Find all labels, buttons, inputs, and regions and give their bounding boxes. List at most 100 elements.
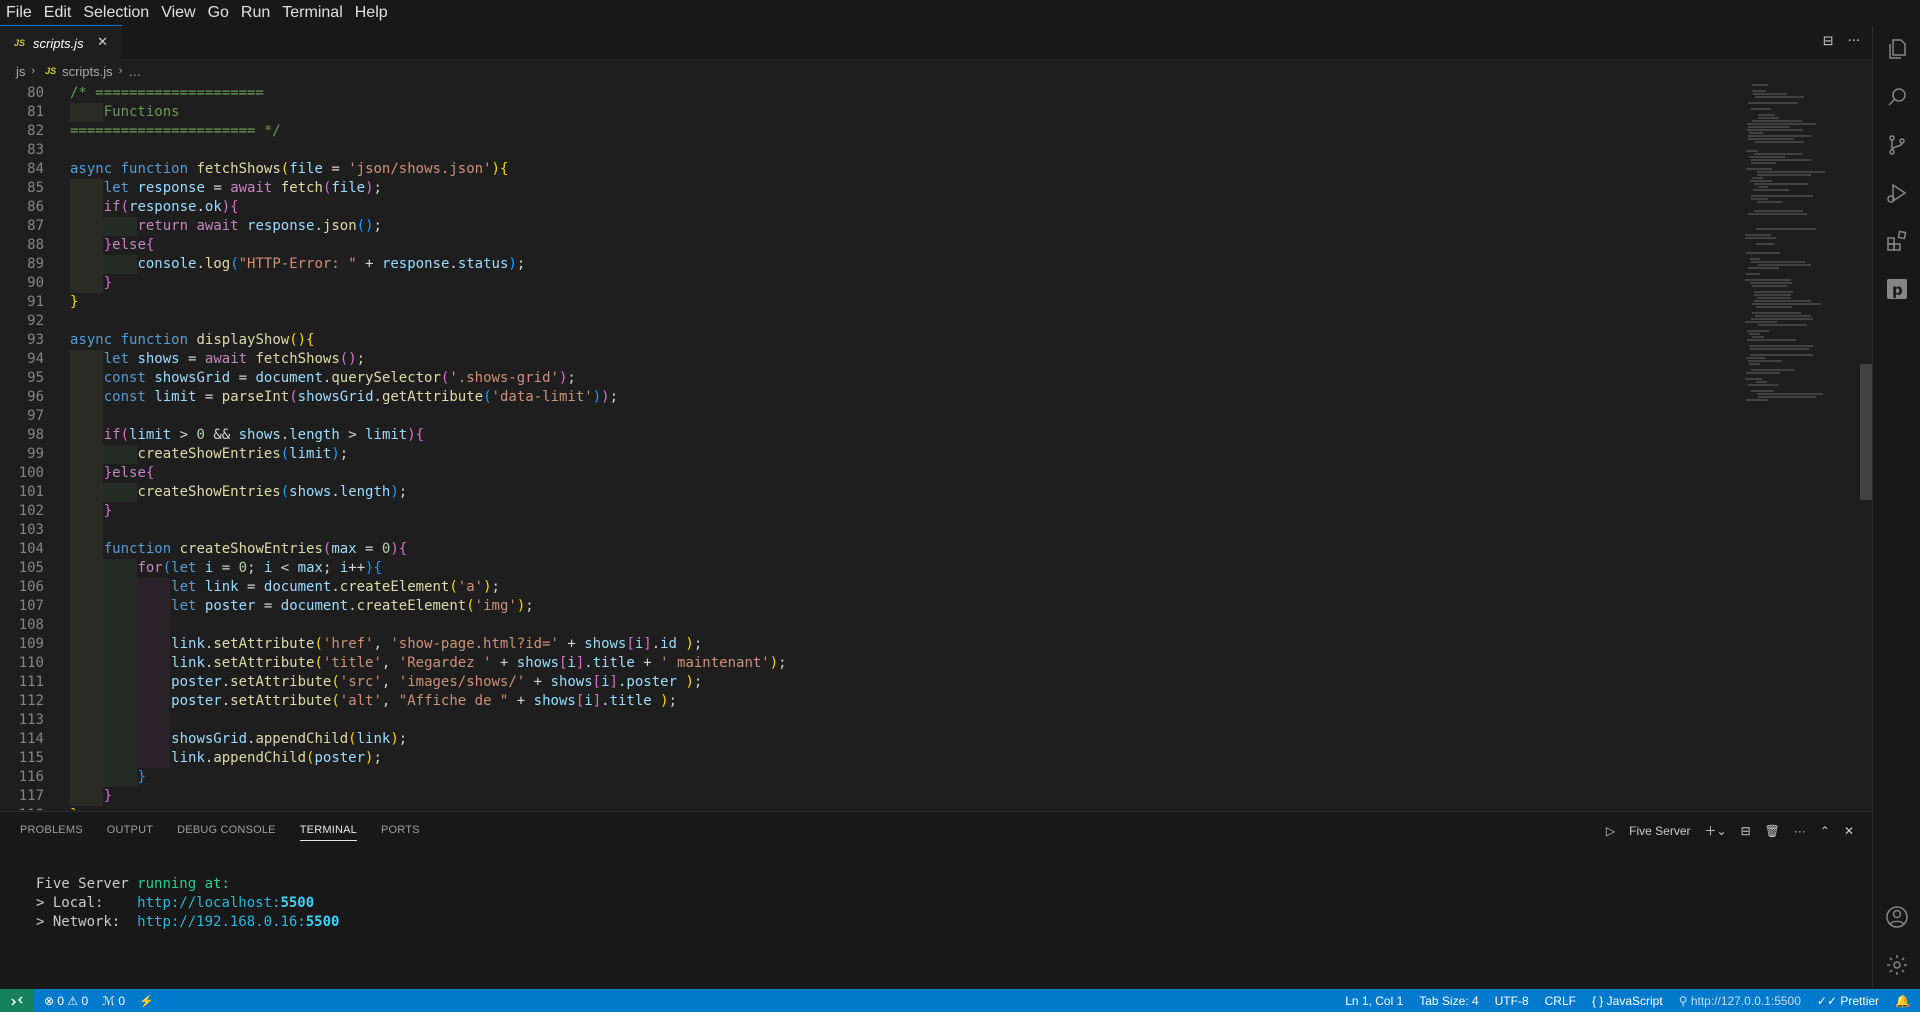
code-line[interactable]: 85 let response = await fetch(file); bbox=[0, 179, 1740, 198]
code-editor[interactable]: 80/* ==================== 81 Functions 82 =… bbox=[0, 84, 1872, 810]
cursor-position[interactable]: Ln 1, Col 1 bbox=[1345, 994, 1403, 1008]
code-line[interactable]: 102 } bbox=[0, 502, 1740, 521]
code-line[interactable]: 82 ====================== */ bbox=[0, 122, 1740, 141]
code-line[interactable]: 107 let poster = document.createElement(… bbox=[0, 597, 1740, 616]
ports-indicator[interactable]: ℳ 0 bbox=[102, 994, 125, 1008]
code-line[interactable]: 105 for(let i = 0; i < max; i++){ bbox=[0, 559, 1740, 578]
code-line[interactable]: 80 /* ==================== bbox=[0, 84, 1740, 103]
tab-output[interactable]: OUTPUT bbox=[107, 824, 153, 841]
split-terminal-icon[interactable]: ⊟ bbox=[1741, 824, 1751, 838]
code-line[interactable]: 88 }else{ bbox=[0, 236, 1740, 255]
search-icon[interactable] bbox=[1873, 73, 1920, 121]
code-line[interactable]: 110 link.setAttribute('title', 'Regardez… bbox=[0, 654, 1740, 673]
code-line[interactable]: 94 let shows = await fetchShows(); bbox=[0, 350, 1740, 369]
code-line[interactable]: 89 console.log("HTTP-Error: " + response… bbox=[0, 255, 1740, 274]
editor-scrollbar[interactable] bbox=[1860, 364, 1872, 500]
close-panel-icon[interactable]: ✕ bbox=[1844, 824, 1854, 838]
code-line[interactable]: 116 } bbox=[0, 768, 1740, 787]
menu-item-help[interactable]: Help bbox=[355, 4, 388, 22]
code-line[interactable]: 98 if(limit > 0 && shows.length > limit)… bbox=[0, 426, 1740, 445]
encoding[interactable]: UTF-8 bbox=[1495, 994, 1529, 1008]
trash-icon[interactable]: 🗑 bbox=[1765, 824, 1780, 838]
run-debug-icon[interactable] bbox=[1873, 169, 1920, 217]
maximize-panel-icon[interactable]: ⌃ bbox=[1820, 824, 1830, 838]
menu-item-file[interactable]: File bbox=[6, 4, 32, 22]
extensions-icon[interactable] bbox=[1873, 217, 1920, 265]
line-number: 108 bbox=[18, 617, 44, 633]
line-number: 105 bbox=[18, 560, 44, 576]
code-line[interactable]: 113 bbox=[0, 711, 1740, 730]
code-line[interactable]: 90 } bbox=[0, 274, 1740, 293]
tab-scripts-js[interactable]: JS scripts.js ✕ bbox=[0, 25, 122, 60]
problems-indicator[interactable]: ⊗ 0 ⚠ 0 bbox=[44, 994, 88, 1008]
code-line[interactable]: 84 async function fetchShows(file = 'json… bbox=[0, 160, 1740, 179]
breadcrumb-file[interactable]: scripts.js bbox=[62, 64, 113, 79]
indent-guide bbox=[70, 711, 103, 730]
code-line[interactable]: 109 link.setAttribute('href', 'show-page… bbox=[0, 635, 1740, 654]
network-url-link[interactable]: http://192.168.0.16:5500 bbox=[137, 914, 339, 930]
code-line[interactable]: 114 showsGrid.appendChild(link); bbox=[0, 730, 1740, 749]
live-share-icon[interactable]: ⚡ bbox=[139, 994, 154, 1008]
tab-debug-console[interactable]: DEBUG CONSOLE bbox=[177, 824, 276, 841]
more-actions-icon[interactable]: ··· bbox=[1794, 824, 1806, 838]
more-actions-icon[interactable]: ··· bbox=[1848, 34, 1860, 49]
language-mode[interactable]: { } JavaScript bbox=[1592, 994, 1663, 1008]
menu-item-go[interactable]: Go bbox=[208, 4, 229, 22]
prettier-p-icon[interactable]: p bbox=[1873, 265, 1920, 313]
tab-size[interactable]: Tab Size: 4 bbox=[1419, 994, 1478, 1008]
code-line[interactable]: 101 createShowEntries(shows.length); bbox=[0, 483, 1740, 502]
tab-problems[interactable]: PROBLEMS bbox=[20, 824, 83, 841]
code-line[interactable]: 108 bbox=[0, 616, 1740, 635]
indent-guide bbox=[137, 711, 170, 730]
split-editor-icon[interactable]: ⊟ bbox=[1823, 34, 1834, 49]
code-line[interactable]: 112 poster.setAttribute('alt', "Affiche … bbox=[0, 692, 1740, 711]
close-icon[interactable]: ✕ bbox=[97, 35, 108, 50]
account-icon[interactable] bbox=[1873, 893, 1920, 941]
code-line[interactable]: 99 createShowEntries(limit); bbox=[0, 445, 1740, 464]
code-line[interactable]: 104 function createShowEntries(max = 0){ bbox=[0, 540, 1740, 559]
new-terminal-icon[interactable]: ＋⌄ bbox=[1705, 822, 1727, 839]
code-line[interactable]: 97 bbox=[0, 407, 1740, 426]
code-line[interactable]: 81 Functions bbox=[0, 103, 1740, 122]
menu-item-run[interactable]: Run bbox=[241, 4, 270, 22]
code-line[interactable]: 111 poster.setAttribute('src', 'images/s… bbox=[0, 673, 1740, 692]
indent-guide bbox=[70, 407, 103, 426]
tab-ports[interactable]: PORTS bbox=[381, 824, 420, 841]
bell-icon[interactable]: 🔔 bbox=[1895, 994, 1910, 1008]
menu-item-terminal[interactable]: Terminal bbox=[282, 4, 342, 22]
terminal-instance-name[interactable]: Five Server bbox=[1629, 824, 1690, 838]
minimap-line bbox=[1752, 84, 1768, 86]
menu-item-edit[interactable]: Edit bbox=[44, 4, 72, 22]
code-line[interactable]: 92 bbox=[0, 312, 1740, 331]
minimap[interactable] bbox=[1745, 84, 1860, 414]
explorer-icon[interactable] bbox=[1873, 25, 1920, 73]
minimap-line bbox=[1747, 123, 1816, 125]
code-line[interactable]: 86 if(response.ok){ bbox=[0, 198, 1740, 217]
menu-item-view[interactable]: View bbox=[161, 4, 195, 22]
breadcrumb-symbol[interactable]: … bbox=[128, 64, 141, 79]
remote-indicator-icon[interactable] bbox=[0, 989, 34, 1012]
code-line[interactable]: 95 const showsGrid = document.querySelec… bbox=[0, 369, 1740, 388]
code-line[interactable]: 93 async function displayShow(){ bbox=[0, 331, 1740, 350]
five-server-url[interactable]: ⚲ http://127.0.0.1:5500 bbox=[1679, 994, 1801, 1008]
code-text: createShowEntries(shows.length); bbox=[137, 484, 408, 500]
local-url-link[interactable]: http://localhost:5500 bbox=[137, 895, 314, 911]
code-line[interactable]: 83 bbox=[0, 141, 1740, 160]
code-line[interactable]: 91} bbox=[0, 293, 1740, 312]
breadcrumb-folder[interactable]: js bbox=[16, 64, 25, 79]
code-line[interactable]: 103 bbox=[0, 521, 1740, 540]
code-line[interactable]: 106 let link = document.createElement('a… bbox=[0, 578, 1740, 597]
end-of-line[interactable]: CRLF bbox=[1545, 994, 1576, 1008]
code-line[interactable]: 117 } bbox=[0, 787, 1740, 806]
terminal-line: Five Server running at: bbox=[36, 876, 230, 892]
tab-terminal[interactable]: TERMINAL bbox=[299, 824, 357, 841]
code-line[interactable]: 115 link.appendChild(poster); bbox=[0, 749, 1740, 768]
prettier-status[interactable]: ✓✓ Prettier bbox=[1817, 994, 1879, 1008]
code-line[interactable]: 118} bbox=[0, 806, 1740, 810]
settings-gear-icon[interactable] bbox=[1873, 941, 1920, 989]
code-line[interactable]: 96 const limit = parseInt(showsGrid.getA… bbox=[0, 388, 1740, 407]
menu-item-selection[interactable]: Selection bbox=[83, 4, 149, 22]
source-control-icon[interactable] bbox=[1873, 121, 1920, 169]
code-line[interactable]: 87 return await response.json(); bbox=[0, 217, 1740, 236]
code-line[interactable]: 100 }else{ bbox=[0, 464, 1740, 483]
